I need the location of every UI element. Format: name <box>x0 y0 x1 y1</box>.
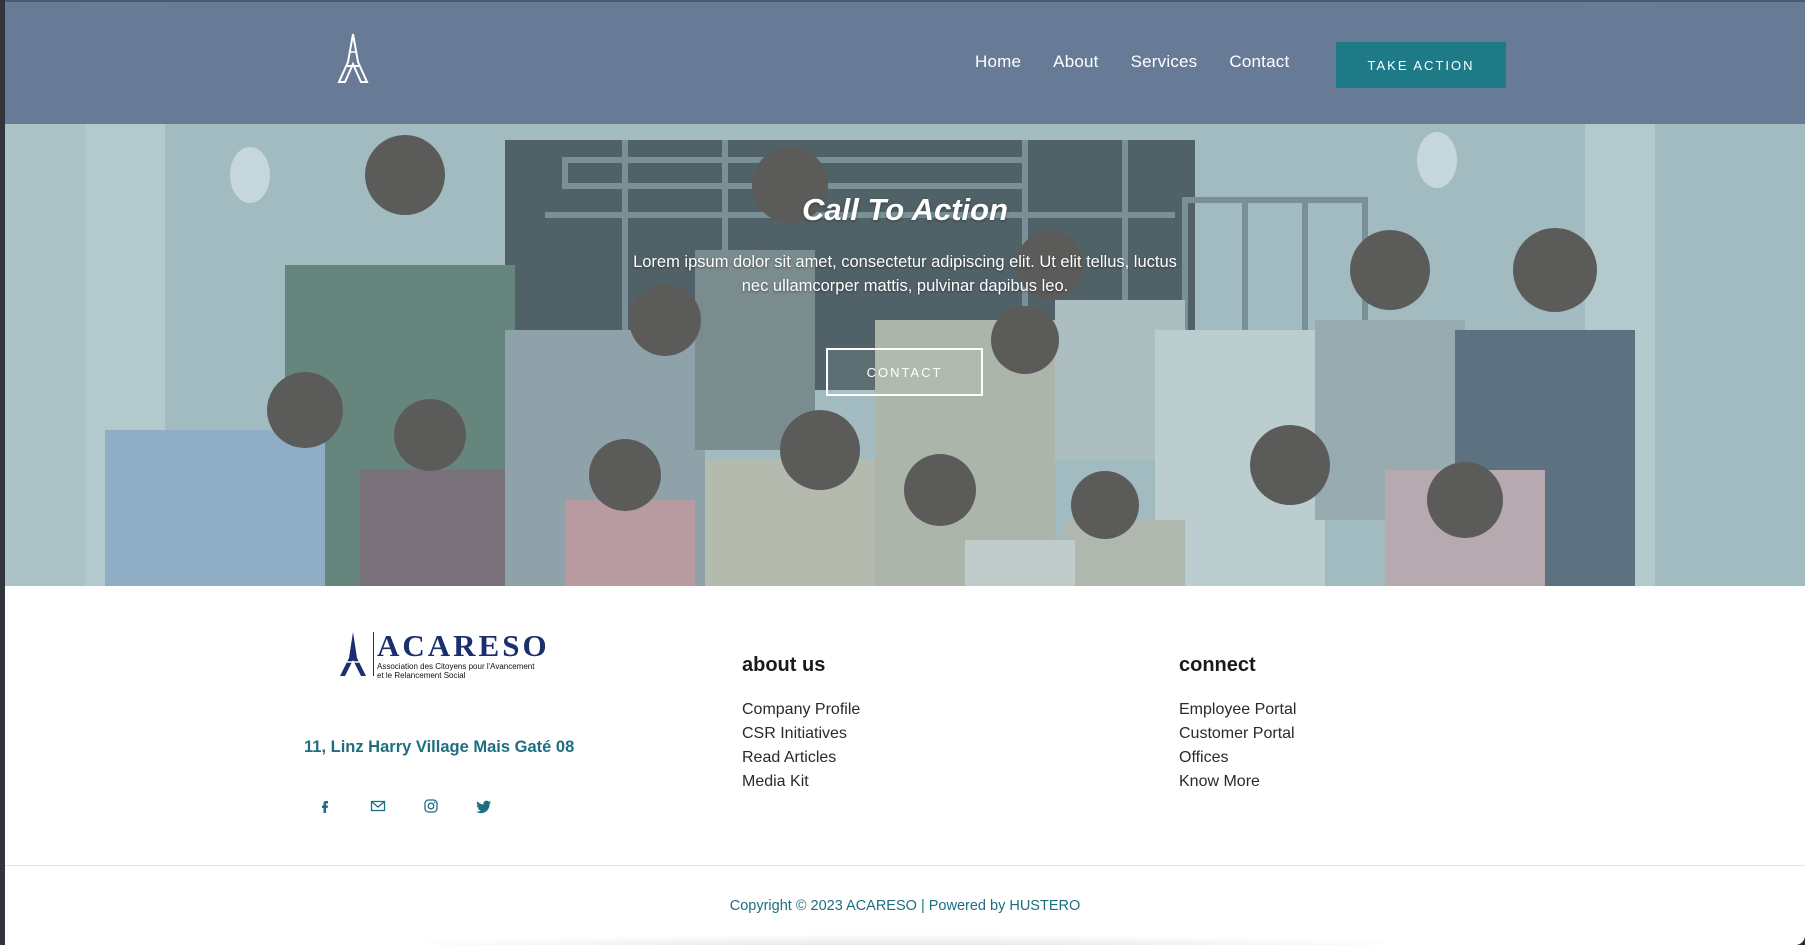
brand-tagline-line2: et le Relancement Social <box>377 671 466 680</box>
nav-about[interactable]: About <box>1053 52 1098 72</box>
take-action-button[interactable]: TAKE ACTION <box>1336 42 1506 88</box>
site-header: Home About Services Contact TAKE ACTION <box>5 0 1805 124</box>
logo-divider <box>373 632 374 676</box>
link-customer-portal[interactable]: Customer Portal <box>1179 722 1296 746</box>
brand-tagline-line1: Association des Citoyens pour l'Avanceme… <box>377 662 535 671</box>
site-footer: ACARESO Association des Citoyens pour l'… <box>5 586 1805 945</box>
brand-tagline: Association des Citoyens pour l'Avanceme… <box>377 662 557 680</box>
contact-button[interactable]: CONTACT <box>826 348 983 396</box>
social-links <box>317 798 492 814</box>
footer-divider <box>5 865 1805 866</box>
twitter-icon[interactable] <box>476 798 492 814</box>
address: 11, Linz Harry Village Mais Gaté 08 <box>304 738 575 756</box>
link-company-profile[interactable]: Company Profile <box>742 698 860 722</box>
mail-icon[interactable] <box>370 798 386 814</box>
nav-services[interactable]: Services <box>1131 52 1198 72</box>
bottom-shadow <box>335 934 1475 945</box>
connect-heading: connect <box>1179 654 1256 676</box>
link-media-kit[interactable]: Media Kit <box>742 770 860 794</box>
about-us-heading: about us <box>742 654 826 676</box>
link-offices[interactable]: Offices <box>1179 746 1296 770</box>
nav-contact[interactable]: Contact <box>1229 52 1289 72</box>
eiffel-logo-icon[interactable] <box>331 32 375 84</box>
connect-links: Employee Portal Customer Portal Offices … <box>1179 698 1296 794</box>
link-read-articles[interactable]: Read Articles <box>742 746 860 770</box>
acareso-logo[interactable]: ACARESO Association des Citoyens pour l'… <box>333 628 557 680</box>
brand-name: ACARESO <box>377 628 550 663</box>
instagram-icon[interactable] <box>423 798 439 814</box>
cta-title: Call To Action <box>801 192 1009 227</box>
link-employee-portal[interactable]: Employee Portal <box>1179 698 1296 722</box>
link-csr-initiatives[interactable]: CSR Initiatives <box>742 722 860 746</box>
nav-home[interactable]: Home <box>975 52 1021 72</box>
eiffel-logo-icon <box>340 632 366 676</box>
about-us-links: Company Profile CSR Initiatives Read Art… <box>742 698 860 794</box>
copyright-text: Copyright © 2023 ACARESO | Powered by HU… <box>729 898 1081 914</box>
main-nav: Home About Services Contact <box>975 52 1289 72</box>
link-know-more[interactable]: Know More <box>1179 770 1296 794</box>
cta-text: Lorem ipsum dolor sit amet, consectetur … <box>633 253 1177 295</box>
page: Call To Action Lorem ipsum dolor sit ame… <box>5 0 1805 945</box>
facebook-icon[interactable] <box>317 798 333 814</box>
